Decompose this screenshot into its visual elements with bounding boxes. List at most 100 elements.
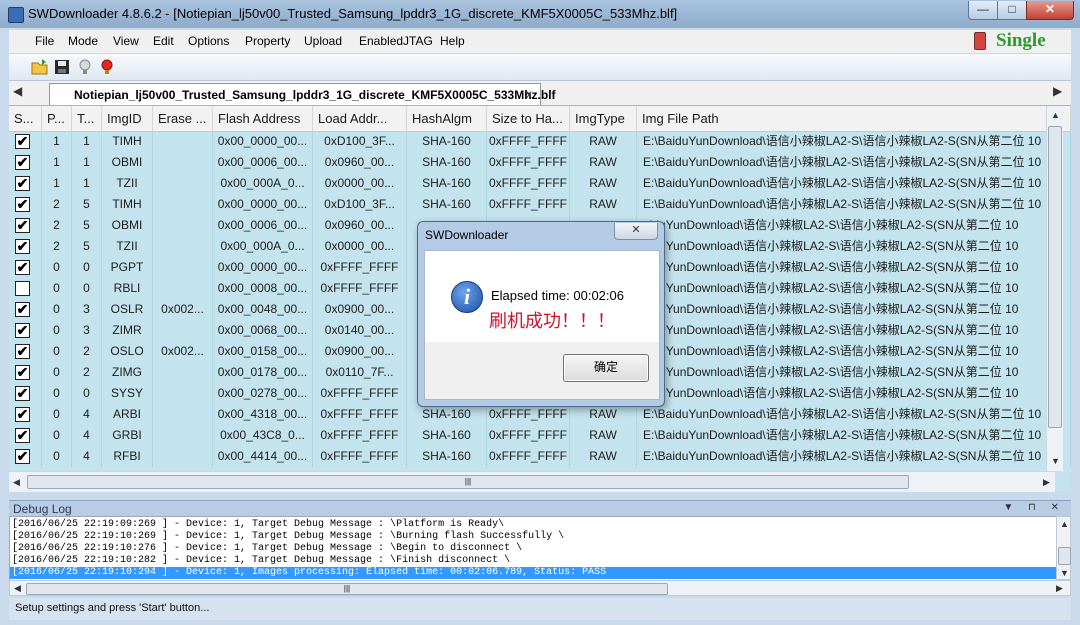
tab-scroll-right[interactable]: ▶ (1053, 84, 1062, 98)
cell-imgid: TIMH (102, 194, 153, 215)
cell-img-file-path: aiduYunDownload\语信小辣椒LA2-S\语信小辣椒LA2-S(SN… (637, 215, 1071, 236)
col-header-load-address[interactable]: Load Addr... (313, 106, 407, 131)
col-header-select[interactable]: S... (9, 106, 42, 131)
log-line[interactable]: [2016/06/25 22:19:10:276 ] - Device: 1, … (12, 543, 522, 555)
cell-partition: 1 (42, 173, 72, 194)
log-vertical-scrollbar[interactable]: ▲ ▼ (1056, 516, 1071, 580)
cell-partition: 0 (42, 425, 72, 446)
col-header-imgid[interactable]: ImgID (102, 106, 153, 131)
table-vertical-scrollbar[interactable]: ▲ ▼ (1046, 106, 1063, 471)
log-line[interactable]: [2016/06/25 22:19:10:269 ] - Device: 1, … (12, 531, 564, 543)
scroll-thumb-horizontal[interactable]: ||| (27, 475, 909, 489)
col-header-hashalgm[interactable]: HashAlgm (407, 106, 487, 131)
tab-scroll-left[interactable]: ◀ (13, 84, 22, 98)
row-checkbox[interactable] (15, 281, 30, 296)
log-scroll-up-arrow[interactable]: ▲ (1060, 519, 1069, 529)
menu-mode[interactable]: Mode (68, 34, 98, 48)
scroll-left-arrow[interactable]: ◀ (13, 477, 20, 488)
table-row[interactable]: ✔ 1 1 TIMH 0x00_0000_00... 0xD100_3F... SHA-16… (9, 131, 1071, 152)
table-row[interactable]: ✔ 0 4 RFBI 0x00_4414_00... 0xFFFF_FFFF SHA-160… (9, 446, 1071, 467)
row-checkbox[interactable]: ✔ (15, 344, 30, 359)
log-scroll-thumb[interactable] (1058, 547, 1071, 565)
row-checkbox[interactable]: ✔ (15, 365, 30, 380)
row-checkbox[interactable]: ✔ (15, 134, 30, 149)
table-horizontal-scrollbar[interactable]: ◀ ||| ▶ (9, 471, 1055, 492)
row-checkbox[interactable]: ✔ (15, 407, 30, 422)
menu-help[interactable]: Help (440, 34, 465, 48)
bulb-on-icon[interactable] (98, 58, 116, 76)
log-scroll-left-arrow[interactable]: ◀ (14, 583, 21, 594)
bulb-off-icon[interactable] (76, 58, 94, 76)
cell-type: 5 (72, 194, 102, 215)
cell-erase (153, 131, 213, 152)
cell-imgid: OBMI (102, 152, 153, 173)
cell-type: 1 (72, 152, 102, 173)
col-header-img-file-path[interactable]: Img File Path (637, 106, 1071, 131)
save-icon[interactable] (53, 58, 71, 76)
menu-upload[interactable]: Upload (304, 34, 342, 48)
row-checkbox[interactable]: ✔ (15, 155, 30, 170)
menu-options[interactable]: Options (188, 34, 229, 48)
minimize-button[interactable]: — (968, 1, 998, 20)
log-scroll-thumb-horizontal[interactable]: ||| (26, 583, 668, 595)
log-line[interactable]: [2016/06/25 22:19:10:282 ] - Device: 1, … (12, 555, 510, 567)
log-line[interactable]: [2016/06/25 22:19:10:294 ] - Device: 1, … (10, 567, 1056, 579)
ok-button[interactable]: 确定 (563, 354, 649, 382)
row-checkbox[interactable]: ✔ (15, 428, 30, 443)
menu-edit[interactable]: Edit (153, 34, 174, 48)
dialog-close-button[interactable]: ✕ (614, 223, 658, 240)
col-header-partition[interactable]: P... (42, 106, 72, 131)
mode-badge-label: Single (996, 30, 1046, 51)
col-header-erase[interactable]: Erase ... (153, 106, 213, 131)
table-row[interactable]: ✔ 0 4 ARBI 0x00_4318_00... 0xFFFF_FFFF SHA-160… (9, 404, 1071, 425)
menu-view[interactable]: View (113, 34, 139, 48)
table-row[interactable]: ✔ 1 1 TZII 0x00_000A_0... 0x0000_00... SHA-160… (9, 173, 1071, 194)
cell-erase (153, 320, 213, 341)
table-row[interactable]: ✔ 0 4 GRBI 0x00_43C8_0... 0xFFFF_FFFF SHA-160 0… (9, 425, 1071, 446)
col-header-type[interactable]: T... (72, 106, 102, 131)
table-row[interactable]: ✔ 2 5 TIMH 0x00_0000_00... 0xD100_3F... SHA-16… (9, 194, 1071, 215)
col-header-flash-address[interactable]: Flash Address (213, 106, 313, 131)
scroll-thumb[interactable] (1048, 126, 1062, 428)
row-checkbox[interactable]: ✔ (15, 197, 30, 212)
col-header-size-to-hash[interactable]: Size to Ha... (487, 106, 570, 131)
row-checkbox[interactable]: ✔ (15, 449, 30, 464)
scroll-down-arrow[interactable]: ▼ (1051, 456, 1060, 466)
cell-size-to-hash: 0xFFFF_FFFF (487, 446, 570, 467)
cell-type: 5 (72, 236, 102, 257)
tab-blf-file[interactable]: Notiepian_lj50v00_Trusted_Samsung_lpddr3… (49, 83, 556, 105)
log-scroll-right-arrow[interactable]: ▶ (1056, 583, 1063, 594)
menu-enabledjtag[interactable]: EnabledJTAG (359, 34, 433, 48)
table-row[interactable]: ✔ 1 1 OBMI 0x00_0006_00... 0x0960_00... SHA-16… (9, 152, 1071, 173)
log-line[interactable]: [2016/06/25 22:19:09:269 ] - Device: 1, … (12, 519, 504, 531)
cell-erase (153, 383, 213, 404)
cell-load-address: 0xFFFF_FFFF (313, 404, 407, 425)
cell-imgid: ZIMR (102, 320, 153, 341)
debug-log-panel[interactable]: [2016/06/25 22:19:09:269 ] - Device: 1, … (9, 516, 1057, 582)
col-header-imgtype[interactable]: ImgType (570, 106, 637, 131)
scroll-right-arrow[interactable]: ▶ (1043, 477, 1050, 488)
menu-property[interactable]: Property (245, 34, 290, 48)
row-checkbox[interactable]: ✔ (15, 260, 30, 275)
cell-imgid: ARBI (102, 404, 153, 425)
row-checkbox[interactable]: ✔ (15, 218, 30, 233)
maximize-button[interactable]: □ (997, 1, 1027, 20)
cell-imgid: GRBI (102, 425, 153, 446)
row-checkbox[interactable]: ✔ (15, 323, 30, 338)
row-checkbox[interactable]: ✔ (15, 176, 30, 191)
menu-file[interactable]: File (35, 34, 54, 48)
title-bar[interactable]: SWDownloader 4.8.6.2 - [Notiepian_lj50v0… (0, 0, 1080, 28)
log-scroll-down-arrow[interactable]: ▼ (1060, 568, 1069, 578)
row-checkbox[interactable]: ✔ (15, 239, 30, 254)
tab-close-icon[interactable]: x (526, 87, 532, 101)
close-button[interactable]: ✕ (1026, 1, 1074, 20)
log-horizontal-scrollbar[interactable]: ◀ ||| ▶ (9, 580, 1071, 596)
cell-flash-address: 0x00_0068_00... (213, 320, 313, 341)
debug-log-title: Debug Log (13, 502, 72, 516)
scroll-up-arrow[interactable]: ▲ (1051, 110, 1060, 120)
row-checkbox[interactable]: ✔ (15, 386, 30, 401)
row-checkbox[interactable]: ✔ (15, 302, 30, 317)
cell-imgid: TZII (102, 236, 153, 257)
debug-log-controls[interactable]: ▼ ⊓ ✕ (1003, 502, 1065, 513)
open-folder-icon[interactable] (31, 58, 49, 76)
